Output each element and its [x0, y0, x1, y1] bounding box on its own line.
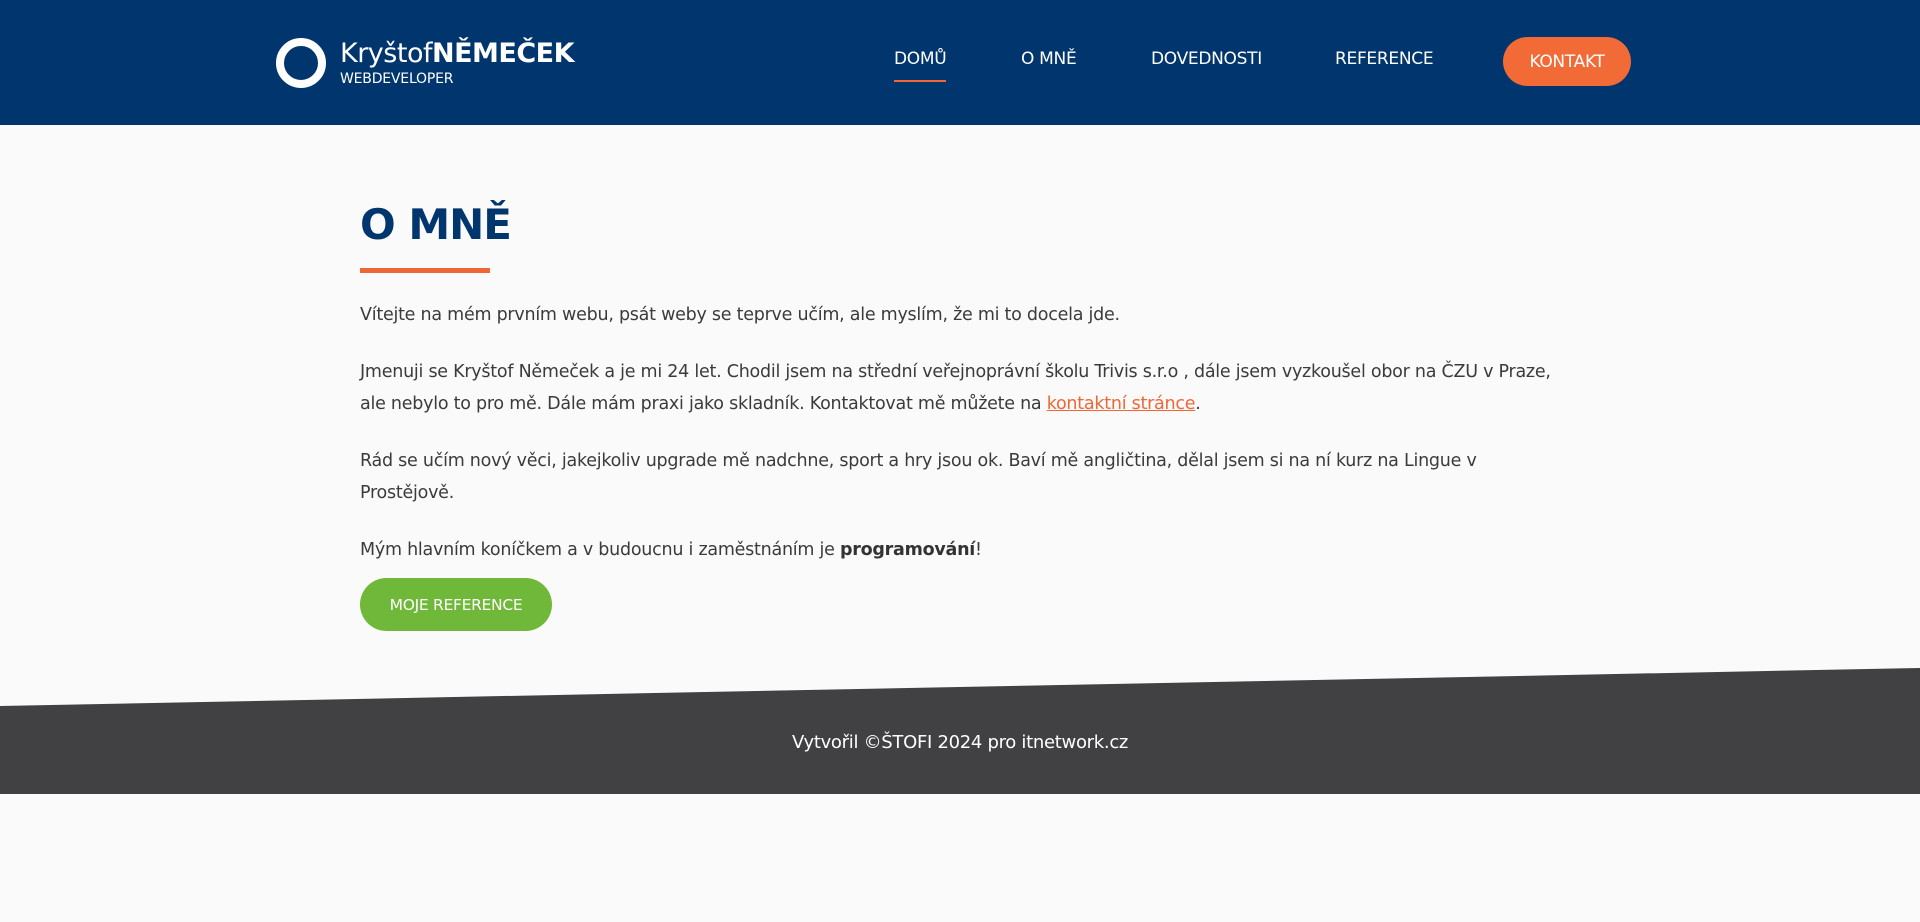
logo-subtitle: WEBDEVELOPER [340, 71, 454, 87]
contact-button[interactable]: KONTAKT [1503, 37, 1631, 86]
bio-period: . [1195, 394, 1201, 415]
main-hobby-paragraph: Mým hlavním koníčkem a v budoucnu i zamě… [360, 534, 1560, 566]
hobbies-line-2: Prostějově. [360, 483, 455, 504]
nav-item-reference[interactable]: REFERENCE [1335, 49, 1434, 69]
my-references-button[interactable]: MOJE REFERENCE [360, 578, 552, 632]
intro-paragraph: Vítejte na mém prvním webu, psát weby se… [360, 305, 1120, 326]
page-title: O MNĚ [360, 200, 512, 249]
main-content: O MNĚ Vítejte na mém prvním webu, psát w… [360, 200, 1560, 632]
bio-line-2: ale nebylo to pro mě. Dále mám praxi jak… [360, 394, 1047, 415]
main-hobby-text: Mým hlavním koníčkem a v budoucnu i zamě… [360, 540, 840, 561]
programming-emphasis: programování [839, 540, 976, 561]
nav-item-domu[interactable]: DOMŮ [894, 49, 947, 82]
hobbies-paragraph: Rád se učím nový věci, jakejkoliv upgrad… [360, 445, 1560, 509]
site-logo[interactable]: KryštofNĚMEČEK WEBDEVELOPER [276, 36, 575, 90]
nav-item-dovednosti[interactable]: DOVEDNOSTI [1151, 49, 1262, 69]
contact-page-link[interactable]: kontaktní stránce [1047, 394, 1196, 414]
exclamation: ! [975, 540, 982, 561]
logo-name: KryštofNĚMEČEK [340, 38, 575, 69]
ring-logo-icon [276, 38, 326, 88]
bio-paragraph: Jmenuji se Kryštof Němeček a je mi 24 le… [360, 356, 1560, 420]
logo-text: KryštofNĚMEČEK WEBDEVELOPER [340, 38, 575, 87]
title-underline [360, 268, 490, 274]
footer-credit: Vytvořil ©ŠTOFI 2024 pro itnetwork.cz [791, 732, 1129, 753]
footer-slant-shape [0, 668, 1920, 794]
logo-first-name: Kryštof [340, 38, 432, 69]
bio-line-1: Jmenuji se Kryštof Němeček a je mi 24 le… [360, 362, 1551, 383]
hobbies-line-1: Rád se učím nový věci, jakejkoliv upgrad… [360, 451, 1477, 472]
footer-background [0, 668, 1920, 794]
site-header: KryštofNĚMEČEK WEBDEVELOPER DOMŮ O MNĚ D… [0, 0, 1920, 125]
nav-item-o-mne[interactable]: O MNĚ [1021, 49, 1077, 69]
logo-last-name: NĚMEČEK [431, 38, 575, 69]
